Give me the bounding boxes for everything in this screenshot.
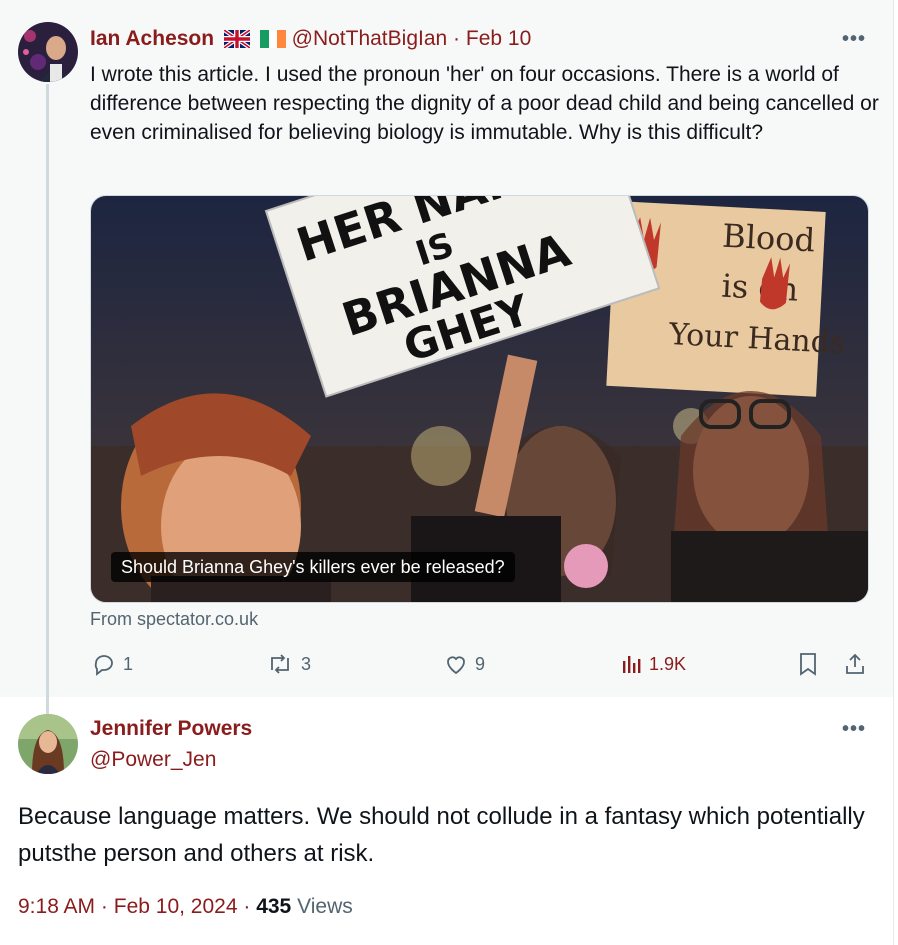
like-count: 9 <box>475 653 486 674</box>
dot-separator: · <box>100 895 108 918</box>
repost-icon <box>271 654 289 674</box>
views-count: 1.9K <box>649 653 687 674</box>
uk-flag-icon <box>222 28 252 55</box>
bookmark-icon <box>800 653 816 676</box>
share-icon <box>846 653 864 674</box>
like-button[interactable]: 9 <box>443 651 485 677</box>
card-image: Blood is on Your Hands HER NAME IS BRIAN… <box>91 196 868 602</box>
analytics-icon <box>623 656 641 673</box>
reply-text: Because language matters. We should not … <box>18 803 865 867</box>
share-button[interactable] <box>843 651 867 677</box>
link-card[interactable]: Blood is on Your Hands HER NAME IS BRIAN… <box>90 195 869 603</box>
bookmark-button[interactable] <box>797 651 819 677</box>
card-headline[interactable]: Should Brianna Ghey's killers ever be re… <box>111 552 515 582</box>
views-count: 435 <box>256 895 292 918</box>
card-source[interactable]: From spectator.co.uk <box>90 609 258 630</box>
dot-separator: · <box>243 895 251 918</box>
heart-icon <box>447 656 465 675</box>
repost-button[interactable]: 3 <box>265 651 311 677</box>
parent-author-row: Ian Acheson @NotThatBigIan · Feb 10 <box>90 26 531 55</box>
repost-count: 3 <box>301 653 312 674</box>
more-options-icon[interactable]: ••• <box>842 718 866 741</box>
avatar[interactable] <box>18 714 78 774</box>
tweet-full-date[interactable]: Feb 10, 2024 <box>114 895 238 918</box>
column-border <box>893 0 894 945</box>
reply-author-name[interactable]: Jennifer Powers <box>90 717 252 741</box>
views-button[interactable]: 1.9K <box>621 651 686 677</box>
views-label: Views <box>297 895 353 918</box>
author-handle[interactable]: @NotThatBigIan <box>292 27 448 50</box>
svg-text:Blood: Blood <box>721 217 816 260</box>
more-options-icon[interactable]: ••• <box>842 28 866 51</box>
thread-line <box>46 84 49 714</box>
tweet-time[interactable]: 9:18 AM <box>18 895 95 918</box>
reply-icon <box>94 655 113 676</box>
reply-author-handle[interactable]: @Power_Jen <box>90 748 216 772</box>
tweet-date[interactable]: Feb 10 <box>466 27 531 50</box>
avatar[interactable] <box>18 22 78 82</box>
author-name[interactable]: Ian Acheson <box>90 27 214 50</box>
ireland-flag-icon <box>259 29 286 55</box>
tweet-meta: 9:18 AM · Feb 10, 2024 · 435 Views <box>18 895 353 919</box>
reply-count: 1 <box>123 653 134 674</box>
dot-separator: · <box>453 27 461 50</box>
reply-button[interactable]: 1 <box>91 651 133 677</box>
tweet-text: I wrote this article. I used the pronoun… <box>90 63 879 144</box>
